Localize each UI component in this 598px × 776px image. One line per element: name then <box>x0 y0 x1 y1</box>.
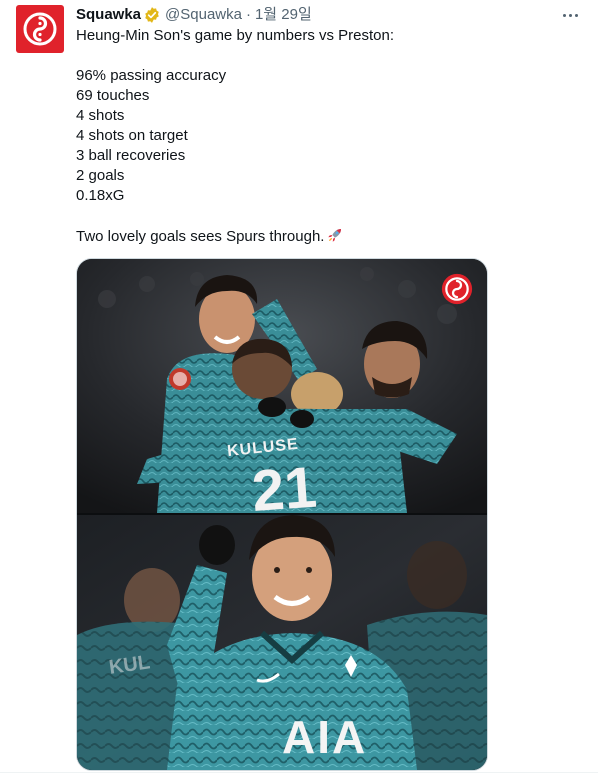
tweet-text: Heung-Min Son's game by numbers vs Prest… <box>76 26 576 246</box>
tweet-line: 3 ball recoveries <box>76 147 186 164</box>
tweet-date[interactable]: 1월 29일 <box>255 5 312 25</box>
rocket-emoji-icon <box>328 229 342 242</box>
tweet-line: 4 shots on target <box>76 127 188 144</box>
tweet-media[interactable]: KULUSE 21 KUL AIA <box>76 258 488 771</box>
tweet-line: 4 shots <box>76 107 125 124</box>
tweet-line: 69 touches <box>76 87 150 104</box>
gold-verified-badge-icon[interactable] <box>143 6 161 24</box>
tweet-line: 2 goals <box>76 167 125 184</box>
sponsor-text: AIA <box>282 711 367 763</box>
shirt-number-text: 21 <box>250 455 319 513</box>
tweet-line-last: Two lovely goals sees Spurs through. <box>76 226 576 246</box>
header-separator: · <box>245 6 251 23</box>
tweet-card[interactable]: Squawka @Squawka · 1월 29일 Heung-Min Son'… <box>0 0 598 776</box>
players-celebrating-photo[interactable]: KULUSE 21 <box>77 259 487 513</box>
squawka-logo-icon <box>23 12 57 46</box>
tweet-line-text: Two lovely goals sees Spurs through. <box>76 228 325 245</box>
tweet-line: 96% passing accuracy <box>76 67 227 84</box>
author-avatar[interactable] <box>16 5 64 53</box>
tweet-line: 0.18xG <box>76 187 125 204</box>
author-display-name[interactable]: Squawka <box>76 5 141 25</box>
more-options-icon[interactable] <box>560 8 580 22</box>
author-handle[interactable]: @Squawka <box>165 5 242 25</box>
son-celebrating-photo[interactable]: KUL AIA <box>77 515 487 770</box>
squawka-logo-icon <box>441 273 473 305</box>
tweet-bottom-border <box>0 772 598 773</box>
tweet-line: Heung-Min Son's game by numbers vs Prest… <box>76 27 395 44</box>
tweet-header: Squawka @Squawka · 1월 29일 <box>76 5 582 25</box>
